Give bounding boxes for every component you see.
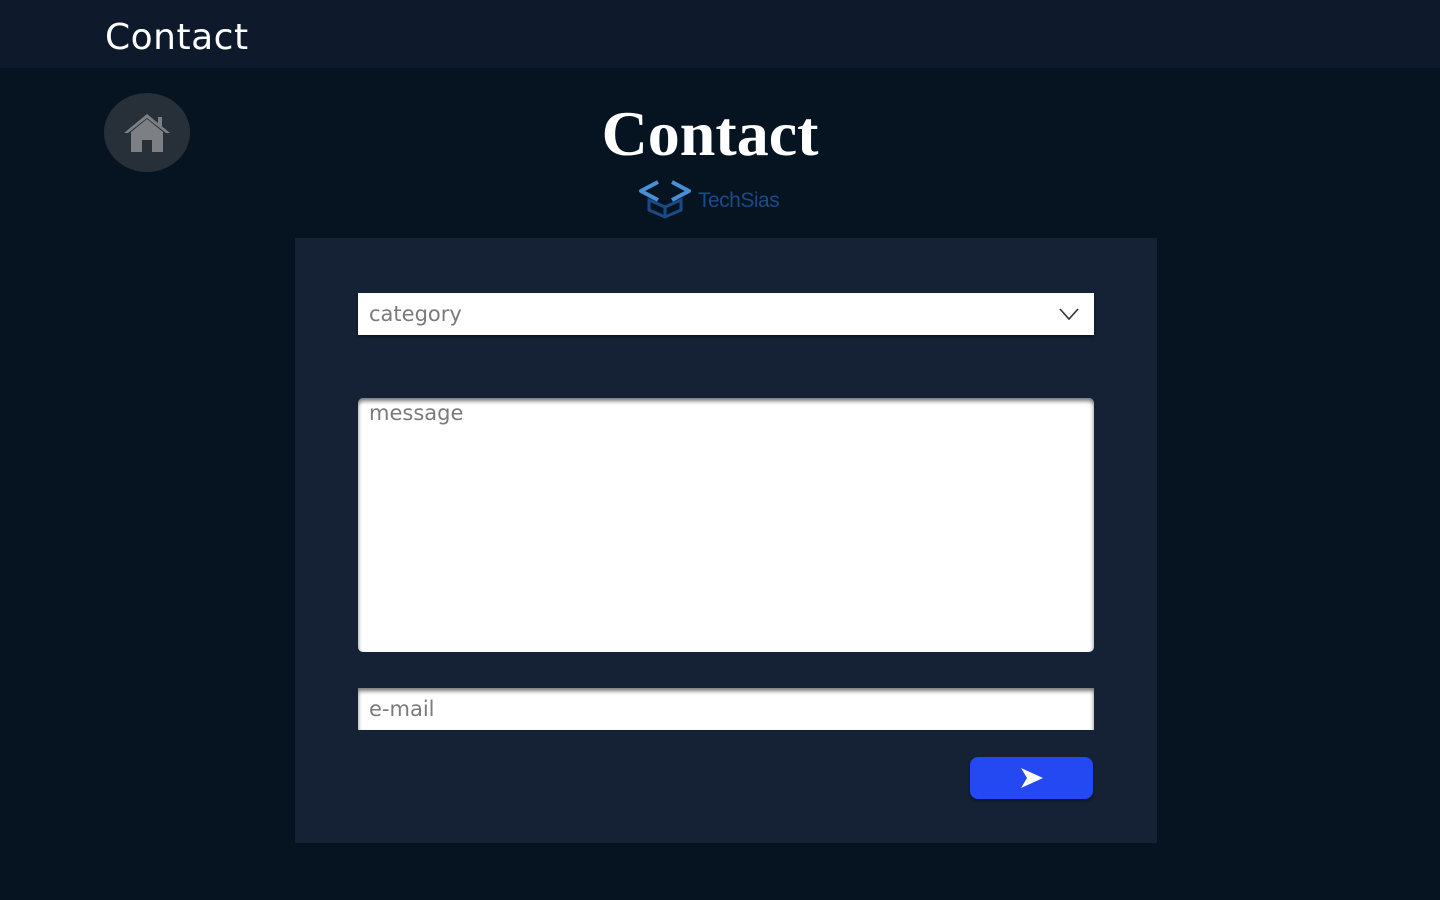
email-placeholder: e-mail <box>369 697 435 721</box>
send-button[interactable] <box>970 757 1093 799</box>
techsias-logo: TechSias <box>638 178 783 222</box>
category-placeholder: category <box>369 302 462 326</box>
email-input[interactable]: e-mail <box>358 688 1094 730</box>
contact-form-card: category message e-mail <box>295 238 1157 843</box>
page-title: Contact <box>601 98 819 169</box>
code-box-logo-icon <box>639 180 691 219</box>
send-arrow-icon <box>1020 768 1043 788</box>
app-bar-title: Contact <box>105 17 249 58</box>
message-textarea[interactable]: message <box>358 398 1094 652</box>
message-placeholder: message <box>369 401 464 425</box>
logo-text: TechSias <box>698 189 780 212</box>
category-select[interactable]: category <box>358 293 1094 335</box>
top-app-bar: Contact <box>0 0 1440 68</box>
chevron-down-icon <box>1059 308 1079 321</box>
